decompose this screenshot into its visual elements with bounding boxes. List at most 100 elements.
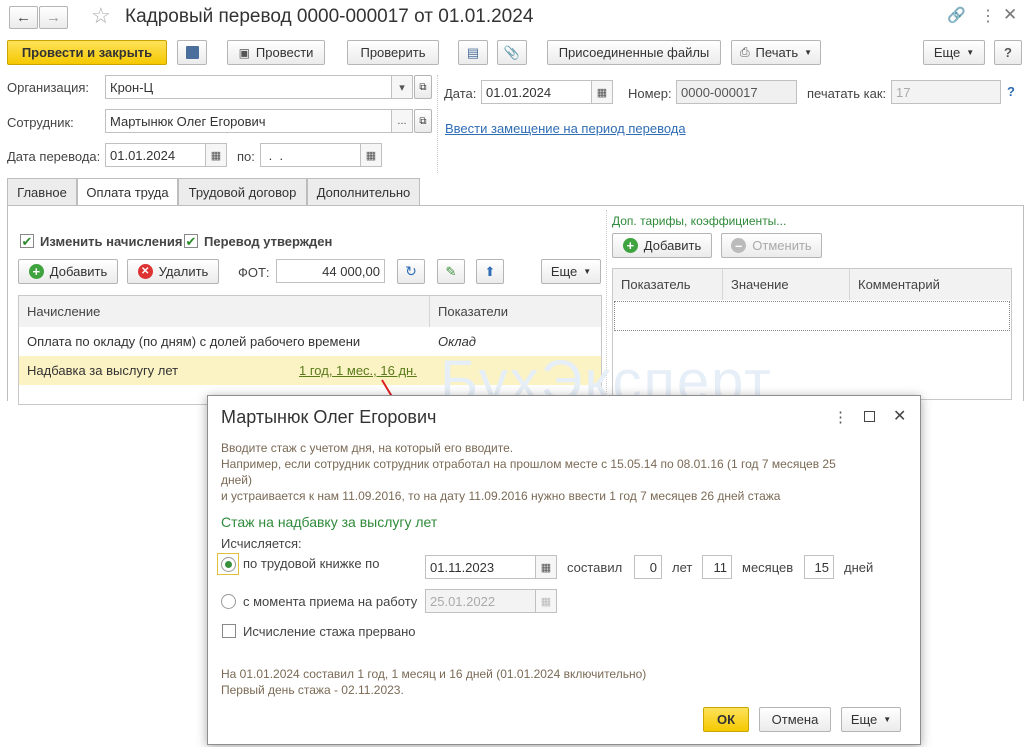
change-accruals-label: Изменить начисления: [40, 234, 183, 249]
fot-label: ФОТ:: [238, 265, 270, 280]
dialog-more-button[interactable]: Еще ▼: [841, 707, 901, 732]
help-button[interactable]: ?: [994, 40, 1022, 65]
interrupted-checkbox[interactable]: [222, 624, 236, 638]
years-field[interactable]: 0: [634, 555, 662, 579]
chevron-down-icon: ▼: [583, 267, 592, 276]
transfer-approved-label: Перевод утвержден: [204, 234, 333, 249]
employee-field[interactable]: Мартынюк Олег Егорович...: [105, 109, 413, 133]
star-icon[interactable]: ☆: [91, 3, 111, 29]
edit-button[interactable]: ✎: [437, 259, 465, 284]
radio-work-book-label[interactable]: по трудовой книжке по: [243, 556, 379, 571]
section-title: Стаж на надбавку за выслугу лет: [221, 514, 438, 530]
radio-hire-date-label[interactable]: с момента приема на работу: [243, 594, 417, 609]
window-title: Кадровый перевод 0000-000017 от 01.01.20…: [125, 6, 534, 27]
column-header-comment[interactable]: Комментарий: [850, 269, 1011, 300]
plus-icon: +: [622, 238, 638, 253]
hint-line-2: Например, если сотрудник сотрудник отраб…: [221, 457, 836, 471]
transfer-date-field[interactable]: 01.01.2024 ▦: [105, 143, 227, 167]
move-up-button[interactable]: ⬆: [476, 259, 504, 284]
more-vert-icon[interactable]: ⋮: [833, 408, 848, 426]
print-button[interactable]: ⎙ Печать ▼: [731, 40, 821, 65]
delete-icon: ✕: [137, 264, 153, 279]
date-field[interactable]: 01.01.2024 ▦: [481, 80, 613, 104]
add-accrual-button[interactable]: + Добавить: [18, 259, 118, 284]
minus-icon: –: [731, 238, 747, 253]
calendar-icon[interactable]: ▦: [535, 590, 556, 612]
fot-field[interactable]: 44 000,00: [276, 259, 385, 283]
open-organization-button[interactable]: ⧉: [414, 75, 432, 99]
column-header-accrual[interactable]: Начисление: [19, 296, 430, 327]
refresh-button[interactable]: ↻: [397, 259, 425, 284]
empty-row[interactable]: [614, 301, 1010, 331]
print-as-label: печатать как:: [807, 86, 887, 101]
to-label: по:: [237, 149, 255, 164]
seniority-dialog: Мартынюк Олег Егорович ⋮ ✕ Вводите стаж …: [207, 395, 921, 745]
floppy-icon: [185, 46, 199, 59]
calendar-icon[interactable]: ▦: [205, 144, 226, 166]
radio-hire-date[interactable]: [221, 594, 236, 609]
calendar-icon[interactable]: ▦: [535, 556, 556, 578]
number-label: Номер:: [628, 86, 672, 101]
dropdown-icon[interactable]: ▾: [391, 76, 412, 98]
document-icon: ▤: [466, 44, 480, 60]
extra-cancel-button[interactable]: – Отменить: [721, 233, 822, 258]
forward-button[interactable]: →: [39, 6, 68, 29]
to-date-field[interactable]: . . ▦: [260, 143, 382, 167]
cancel-button[interactable]: Отмена: [759, 707, 831, 732]
number-field[interactable]: 0000-000017: [676, 80, 797, 104]
delete-accrual-button[interactable]: ✕ Удалить: [127, 259, 219, 284]
close-icon[interactable]: ✕: [1003, 5, 1017, 25]
work-book-date-field[interactable]: 01.11.2023 ▦: [425, 555, 557, 579]
link-icon[interactable]: 🔗: [947, 6, 966, 24]
paperclip-icon: 📎: [503, 44, 521, 60]
hire-date-field[interactable]: 25.01.2022 ▦: [425, 589, 557, 613]
column-header-indicators[interactable]: Показатели: [430, 296, 601, 327]
made-label: составил: [567, 560, 623, 575]
report-button[interactable]: ▤: [458, 40, 488, 65]
interrupted-label[interactable]: Исчисление стажа прервано: [243, 624, 416, 639]
post-button[interactable]: ▣ Провести: [227, 40, 325, 65]
seniority-link[interactable]: 1 год, 1 мес., 16 дн.: [299, 363, 417, 378]
extra-add-button[interactable]: + Добавить: [612, 233, 712, 258]
column-header-value[interactable]: Значение: [723, 269, 850, 300]
help-icon[interactable]: ?: [1007, 84, 1015, 99]
more-button[interactable]: Еще ▼: [923, 40, 985, 65]
pay-more-button[interactable]: Еще ▼: [541, 259, 601, 284]
back-button[interactable]: ←: [9, 6, 38, 29]
refresh-icon: ↻: [405, 263, 417, 279]
days-field[interactable]: 15: [804, 555, 834, 579]
post-icon: ▣: [238, 45, 250, 60]
tab-pay[interactable]: Оплата труда: [77, 178, 178, 206]
post-and-close-button[interactable]: Провести и закрыть: [7, 40, 167, 65]
transfer-date-label: Дата перевода:: [7, 149, 101, 164]
tab-main[interactable]: Главное: [7, 178, 77, 205]
column-header-indicator[interactable]: Показатель: [613, 269, 723, 300]
select-icon[interactable]: ...: [391, 110, 412, 132]
check-button[interactable]: Проверить: [347, 40, 439, 65]
close-icon[interactable]: ✕: [893, 406, 906, 426]
ok-button[interactable]: ОК: [703, 707, 749, 732]
calendar-icon[interactable]: ▦: [360, 144, 381, 166]
open-employee-button[interactable]: ⧉: [414, 109, 432, 133]
organization-field[interactable]: Крон-Ц ▾: [105, 75, 413, 99]
change-accruals-checkbox[interactable]: ✔: [20, 234, 34, 248]
hint-line-3: дней): [221, 473, 253, 487]
print-as-field[interactable]: 17: [891, 80, 1001, 104]
more-vert-icon[interactable]: ⋮: [980, 6, 996, 26]
tab-additional[interactable]: Дополнительно: [307, 178, 420, 205]
replacement-link[interactable]: Ввести замещение на период перевода: [445, 121, 686, 136]
attach-button[interactable]: 📎: [497, 40, 527, 65]
tab-contract[interactable]: Трудовой договор: [178, 178, 307, 205]
chevron-down-icon: ▼: [804, 48, 813, 57]
calendar-icon[interactable]: ▦: [591, 81, 612, 103]
extra-title: Доп. тарифы, коэффициенты...: [612, 214, 787, 228]
maximize-icon[interactable]: [864, 411, 875, 422]
transfer-approved-checkbox[interactable]: ✔: [184, 234, 198, 248]
plus-icon: +: [28, 264, 44, 279]
save-button[interactable]: [177, 40, 207, 65]
arrow-up-icon: ⬆: [484, 263, 496, 279]
attached-files-button[interactable]: Присоединенные файлы: [547, 40, 721, 65]
radio-work-book[interactable]: [221, 557, 236, 572]
months-label: месяцев: [742, 560, 794, 575]
months-field[interactable]: 11: [702, 555, 732, 579]
